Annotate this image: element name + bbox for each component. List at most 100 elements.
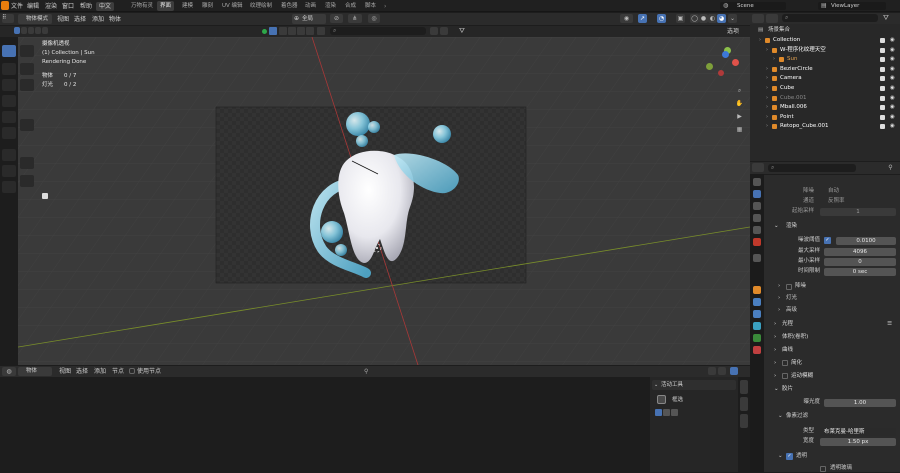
node-tab-options-icon[interactable] — [740, 414, 748, 428]
snap-node-icon[interactable] — [708, 367, 716, 375]
select-mode-new-icon[interactable] — [14, 27, 20, 34]
tab-tool-icon[interactable] — [753, 178, 761, 186]
menu-view[interactable]: 视图 — [57, 15, 69, 24]
xray-toggle-icon[interactable]: ▣ — [676, 14, 685, 23]
visibility-eye-icon[interactable]: ◉ — [890, 122, 895, 131]
outliner-exclude-checkbox[interactable] — [880, 76, 885, 82]
subpanel-pixel-filter[interactable]: ⌄ 像素过滤 — [764, 412, 900, 421]
visibility-eye-icon[interactable]: ◉ — [890, 84, 895, 93]
select-mode-subtract-icon[interactable] — [28, 27, 34, 34]
section-motion-blur[interactable]: › 运动模糊 — [766, 371, 898, 381]
outliner-exclude-checkbox[interactable] — [880, 86, 885, 91]
tab-object-icon[interactable] — [753, 286, 761, 294]
outliner-expand-icon[interactable]: › — [766, 65, 768, 74]
outliner-item[interactable]: › Camera ◉ — [756, 74, 900, 83]
outliner-item[interactable]: › Retopo_Cube.001 ◉ — [756, 122, 900, 131]
pivot-icon[interactable]: ⊘ — [330, 14, 343, 23]
exposure-field[interactable]: 1.00 — [824, 399, 896, 407]
active-tool-collapse-icon[interactable]: ⌄ — [654, 380, 658, 390]
viewport-search-input[interactable]: ⌕ — [330, 27, 426, 35]
rotate-tool-icon[interactable] — [2, 95, 16, 107]
light-icon[interactable] — [317, 27, 325, 35]
outliner-expand-icon[interactable]: › — [766, 113, 768, 122]
scene-selector[interactable]: ◍ Scene — [720, 2, 786, 10]
outliner-exclude-checkbox[interactable] — [880, 38, 885, 43]
zoom-icon[interactable]: ⌕ — [734, 85, 745, 96]
gizmo-toggle-icon[interactable]: ↗ — [638, 14, 647, 23]
overlay-node-icon[interactable] — [718, 367, 726, 375]
perspective-toggle-icon[interactable]: ▦ — [734, 124, 745, 135]
visibility-eye-icon[interactable]: ◉ — [890, 55, 895, 64]
outliner-expand-icon[interactable]: › — [773, 55, 775, 64]
scale-tool-icon[interactable] — [2, 111, 16, 123]
select-box-tool-icon[interactable] — [2, 45, 16, 57]
render-panel-header[interactable]: ⌄ 渲染 — [766, 221, 898, 231]
menu-help[interactable]: 帮助 — [80, 2, 92, 11]
tab-workspace-3[interactable]: 雕刻 — [199, 1, 216, 11]
outliner-exclude-checkbox[interactable] — [880, 57, 885, 63]
tab-workspace-4[interactable]: UV 编辑 — [219, 1, 246, 11]
outliner-expand-icon[interactable]: › — [766, 84, 768, 93]
active-tool-icon[interactable] — [657, 395, 666, 404]
transparent-glass-checkbox[interactable] — [820, 466, 826, 472]
measure-ruler-tool-icon[interactable] — [20, 119, 34, 131]
view-layer-selector[interactable]: ▤ ViewLayer — [818, 2, 886, 10]
tab-world-icon[interactable] — [753, 238, 761, 246]
filter-width-field[interactable]: 1.50 px — [820, 438, 896, 446]
shading-wireframe-icon[interactable]: ◯ — [690, 14, 699, 23]
rendered-icon[interactable] — [306, 27, 314, 35]
visibility-filter-icon[interactable]: ◉ — [620, 14, 633, 23]
outliner-exclude-checkbox[interactable] — [880, 66, 885, 72]
measure-tool-icon[interactable] — [2, 165, 16, 177]
shader-menu-select[interactable]: 选择 — [76, 367, 88, 376]
tool-mode-new-icon[interactable] — [655, 409, 662, 416]
outliner-item[interactable]: › W-程序化纹理天空 ◉ — [756, 46, 900, 55]
render-settings-icon-b[interactable] — [440, 27, 448, 35]
outliner-scene-collection[interactable]: ▤ 场景集合 — [756, 26, 900, 35]
workspace-more-icon[interactable]: › — [384, 2, 386, 11]
outliner-expand-icon[interactable]: › — [766, 103, 768, 112]
shading-options-icon[interactable]: ⌄ — [728, 14, 737, 23]
visibility-eye-icon[interactable]: ◉ — [890, 94, 895, 103]
material-icon[interactable] — [297, 27, 305, 35]
subpanel-transparent[interactable]: ⌄ ✓ 透明 — [764, 452, 900, 461]
outliner-item[interactable]: › Sun ◉ — [756, 55, 900, 64]
menu-edit[interactable]: 编辑 — [27, 2, 39, 11]
tab-workspace-1[interactable]: 界面 — [157, 1, 175, 11]
tab-workspace-6[interactable]: 着色器 — [278, 1, 301, 11]
visibility-eye-icon[interactable]: ◉ — [890, 46, 895, 55]
select-mode-invert-icon[interactable] — [35, 27, 41, 34]
viewport-tiny-icon[interactable] — [42, 193, 48, 199]
tab-constraints-icon[interactable] — [753, 334, 761, 342]
outliner-expand-icon[interactable]: › — [766, 46, 768, 55]
extra-tool-icon[interactable] — [20, 175, 34, 187]
tab-data-icon[interactable] — [753, 346, 761, 354]
simplify-checkbox[interactable] — [782, 360, 788, 366]
menu-language[interactable]: 中文 — [96, 2, 115, 11]
max-samples-field[interactable]: 4096 — [824, 248, 896, 256]
shading-material-icon[interactable]: ◐ — [708, 14, 717, 23]
outliner-item[interactable]: › Mball.006 ◉ — [756, 103, 900, 112]
tab-workspace-8[interactable]: 渲染 — [322, 1, 339, 11]
subpanel-advanced[interactable]: › 高级 — [764, 306, 900, 315]
visibility-eye-icon[interactable]: ◉ — [890, 103, 895, 112]
section-volumes[interactable]: › 体积(卷积) — [766, 332, 898, 342]
tab-workspace-9[interactable]: 合成 — [342, 1, 359, 11]
select-mode-intersect-icon[interactable] — [42, 27, 48, 34]
tab-modifiers-icon[interactable] — [753, 298, 761, 306]
rotate-view-tool-icon[interactable] — [20, 45, 34, 57]
wireframe-icon[interactable] — [279, 27, 287, 35]
section-simplify[interactable]: › 简化 — [766, 358, 898, 368]
scale-cage-tool-icon[interactable] — [20, 79, 34, 91]
menu-add[interactable]: 添加 — [92, 15, 104, 24]
menu-object[interactable]: 物体 — [109, 15, 121, 24]
section-curves[interactable]: › 曲线 — [766, 345, 898, 355]
render-settings-icon-a[interactable] — [430, 27, 438, 35]
subpanel-denoise-checkbox[interactable] — [786, 284, 792, 290]
camera-color-dot-icon[interactable] — [262, 29, 267, 34]
edge-slide-tool-icon[interactable] — [20, 157, 34, 169]
filter-type-dropdown[interactable]: 布莱克曼-哈里斯 — [820, 428, 896, 436]
motion-blur-checkbox[interactable] — [782, 373, 788, 379]
gizmo-z-icon[interactable] — [722, 51, 729, 58]
outliner-item[interactable]: › Point ◉ — [756, 113, 900, 122]
